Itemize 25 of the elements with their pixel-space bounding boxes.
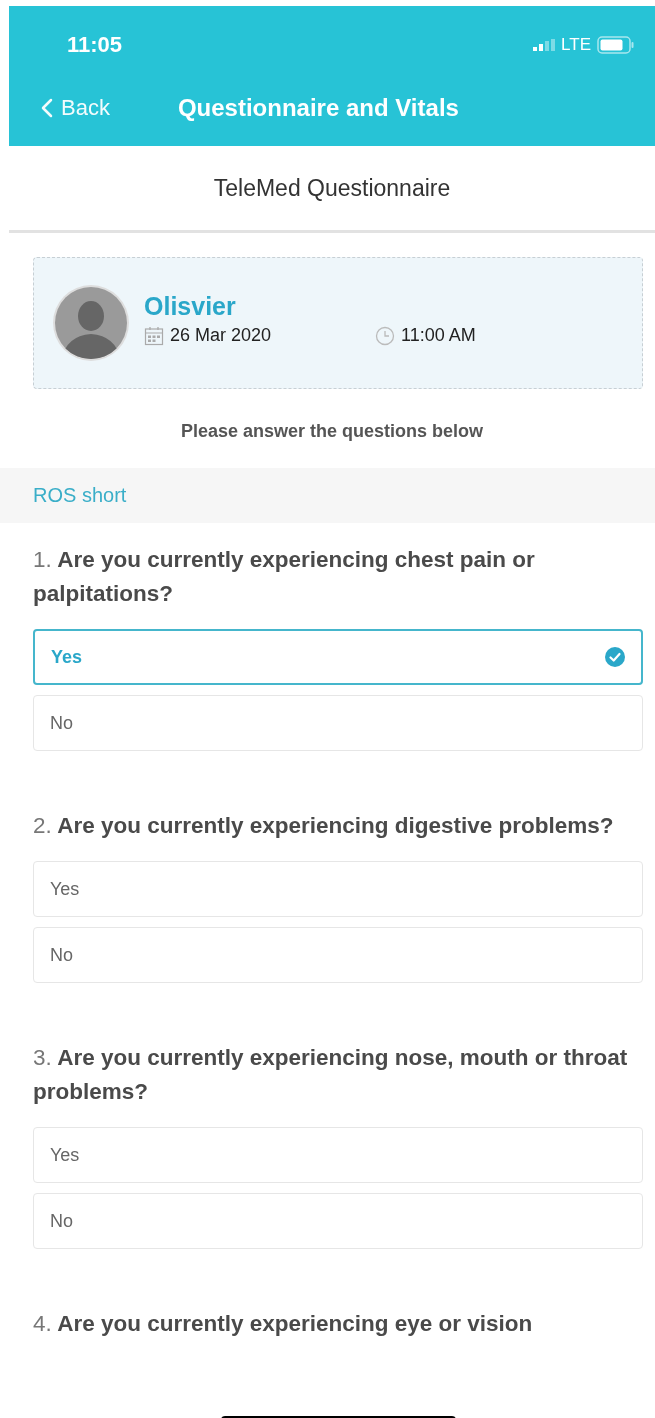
signal-icon: [533, 39, 556, 51]
appointment-time: 11:00 AM: [401, 325, 476, 346]
appointment-date: 26 Mar 2020: [170, 325, 272, 346]
question-text: 3. Are you currently experiencing nose, mouth or throat problems?: [33, 1044, 629, 1106]
instruction-text: Please answer the questions below: [179, 421, 485, 442]
check-icon: [605, 647, 625, 667]
question-text: 1. Are you currently experiencing chest pain or palpitations?: [33, 546, 536, 608]
answer-option[interactable]: Yes: [33, 1127, 643, 1183]
screen-title: Questionnaire and Vitals: [177, 94, 459, 122]
back-chevron-icon: [41, 98, 53, 118]
status-time: 11:05: [67, 32, 123, 58]
patient-name: Olisvier: [144, 292, 237, 321]
battery-icon: [597, 36, 635, 54]
section-header: ROS short: [0, 468, 655, 523]
answer-option[interactable]: No: [33, 1193, 643, 1249]
question-text: 4. Are you currently experiencing eye or vision: [33, 1310, 534, 1338]
answer-option[interactable]: Yes: [33, 861, 643, 917]
calendar-icon: [144, 325, 164, 346]
avatar-icon: [52, 284, 130, 362]
page-title: TeleMed Questionnaire: [213, 174, 451, 202]
answer-option[interactable]: No: [33, 927, 643, 983]
answer-option[interactable]: No: [33, 695, 643, 751]
question-text: 2. Are you currently experiencing digestive problems?: [33, 812, 615, 840]
network-label: LTE: [561, 35, 591, 55]
clock-icon: [375, 325, 396, 346]
